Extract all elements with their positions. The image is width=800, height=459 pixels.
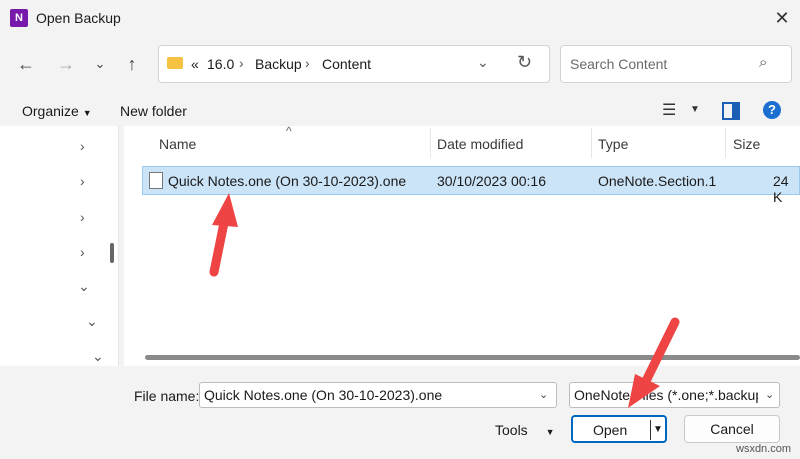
annotation-arrowhead-open bbox=[628, 374, 660, 408]
annotation-arrows bbox=[209, 193, 680, 408]
annotation-arrow-file bbox=[209, 213, 230, 277]
annotation-arrow-open bbox=[641, 317, 680, 386]
annotation-arrowhead-file bbox=[212, 193, 238, 227]
